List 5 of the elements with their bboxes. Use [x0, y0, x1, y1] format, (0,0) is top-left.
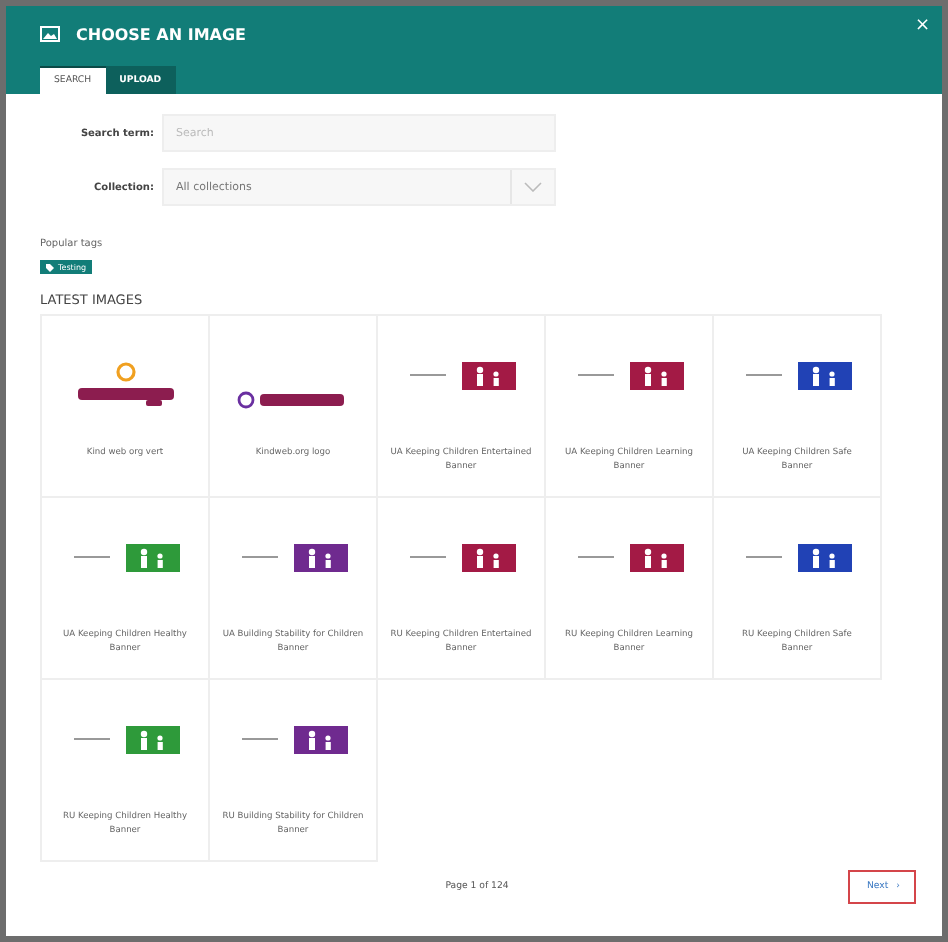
close-button[interactable]: × — [914, 18, 930, 36]
tag-icon — [46, 263, 54, 271]
dialog-title: CHOOSE AN IMAGE — [76, 25, 247, 43]
chevron-down-icon — [524, 182, 542, 192]
image-icon — [40, 26, 60, 42]
